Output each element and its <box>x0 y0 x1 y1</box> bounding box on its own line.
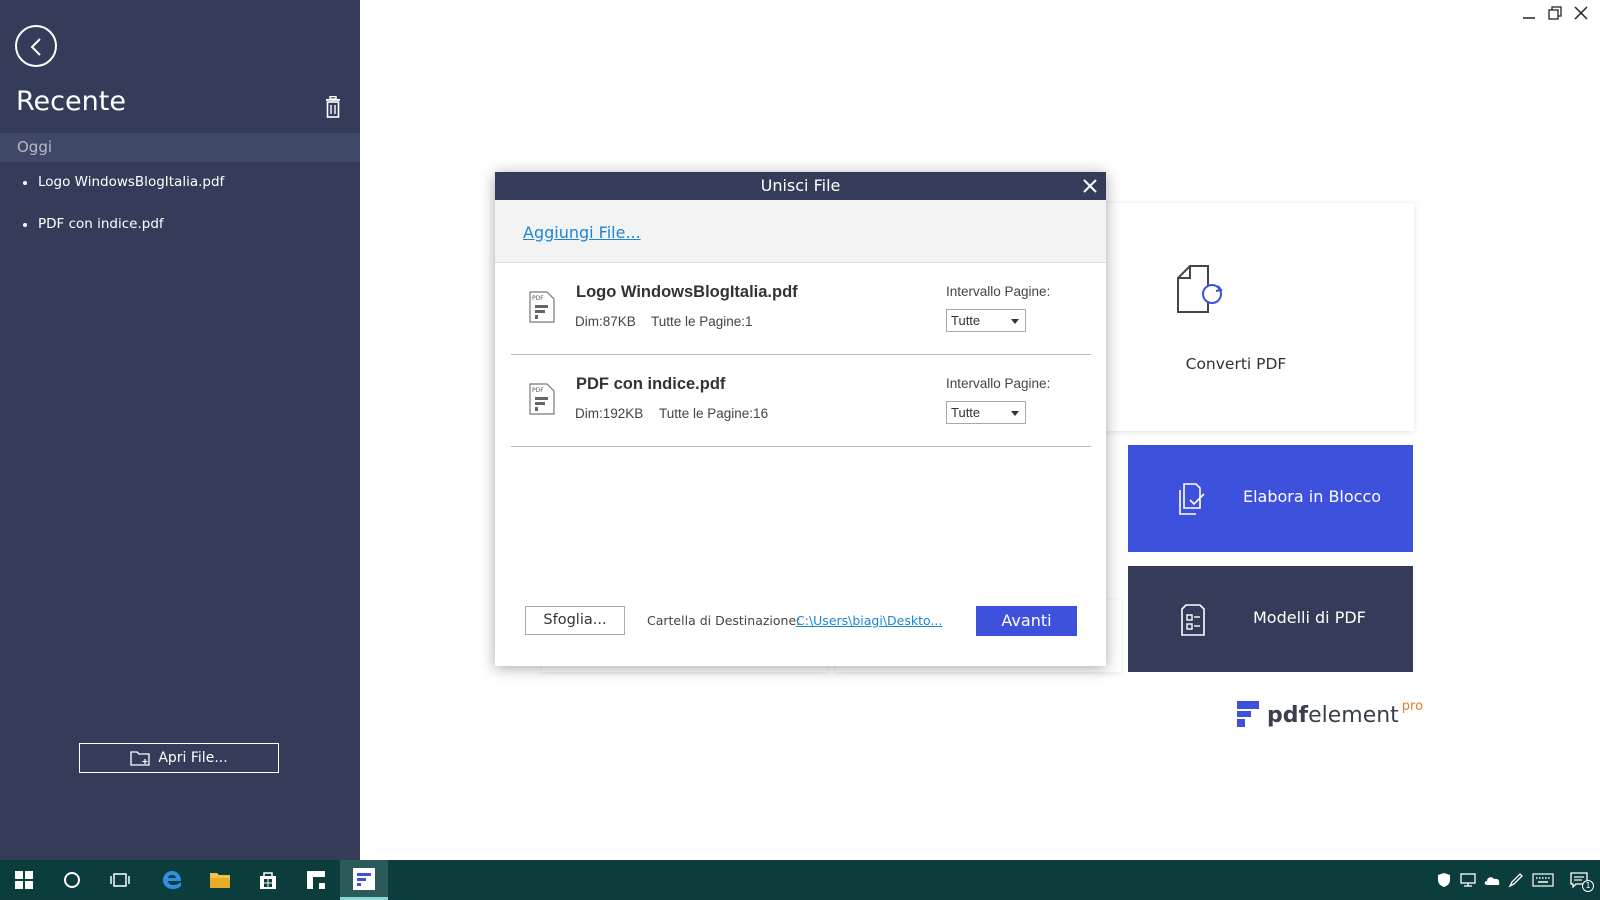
taskbar: 1 <box>0 860 1600 900</box>
recent-item[interactable]: Logo WindowsBlogItalia.pdf <box>0 170 360 212</box>
brand-pro: pro <box>1401 699 1424 714</box>
recent-title: Recente <box>16 86 126 117</box>
file-row: PDF Logo WindowsBlogItalia.pdf Dim:87KB … <box>511 263 1091 355</box>
file-size: Dim:87KB <box>575 314 636 329</box>
recent-sidebar: Recente Oggi Logo WindowsBlogItalia.pdf … <box>0 0 360 860</box>
destination-path-link[interactable]: C:\Users\biagi\Deskto... <box>796 613 942 628</box>
keyboard-icon[interactable] <box>1528 860 1558 900</box>
chevron-down-icon <box>1011 319 1019 324</box>
convert-pdf-card[interactable]: Converti PDF <box>1090 203 1414 431</box>
folder-add-icon <box>130 751 150 766</box>
window-controls <box>1522 6 1588 20</box>
destination-label: Cartella di Destinazione: <box>647 613 801 628</box>
windows-start-icon[interactable] <box>0 860 48 900</box>
recent-item[interactable]: PDF con indice.pdf <box>0 212 360 254</box>
pdf-file-icon: PDF <box>529 383 555 415</box>
file-pages: Tutte le Pagine:16 <box>659 406 769 421</box>
file-name: PDF con indice.pdf <box>576 375 726 393</box>
defender-icon[interactable] <box>1432 860 1456 900</box>
today-group-header: Oggi <box>0 133 360 162</box>
file-pages: Tutte le Pagine:1 <box>651 314 753 329</box>
recent-list: Logo WindowsBlogItalia.pdf PDF con indic… <box>0 170 360 254</box>
page-range-value: Tutte <box>951 405 981 420</box>
notifications-icon[interactable]: 1 <box>1558 860 1600 900</box>
pen-icon[interactable] <box>1504 860 1528 900</box>
svg-text:PDF: PDF <box>532 295 544 302</box>
edge-icon[interactable] <box>148 860 196 900</box>
page-range-label: Intervallo Pagine: <box>946 284 1051 299</box>
onedrive-icon[interactable] <box>1480 860 1504 900</box>
pdf-templates-label: Modelli di PDF <box>1253 608 1366 627</box>
back-button[interactable] <box>15 25 57 67</box>
page-range-value: Tutte <box>951 313 981 328</box>
page-range-select[interactable]: Tutte <box>946 401 1026 424</box>
task-view-icon[interactable] <box>96 860 144 900</box>
system-tray: 1 <box>1432 860 1600 900</box>
brand-bold: pdf <box>1267 703 1309 728</box>
close-icon[interactable] <box>1082 178 1098 194</box>
file-name: Logo WindowsBlogItalia.pdf <box>576 283 798 301</box>
batch-process-label: Elabora in Blocco <box>1243 487 1382 506</box>
page-range-select[interactable]: Tutte <box>946 309 1026 332</box>
trash-icon[interactable] <box>324 96 342 118</box>
chevron-down-icon <box>1011 411 1019 416</box>
chevron-left-icon <box>30 38 41 56</box>
batch-process-icon <box>1179 483 1205 515</box>
page-range-label: Intervallo Pagine: <box>946 376 1051 391</box>
file-size: Dim:192KB <box>575 406 644 421</box>
dialog-title: Unisci File <box>760 176 841 195</box>
pdfelement-logo-icon <box>1237 701 1259 727</box>
brand-regular: element <box>1308 703 1399 728</box>
file-row: PDF PDF con indice.pdf Dim:192KB Tutte l… <box>511 355 1091 447</box>
minimize-icon[interactable] <box>1522 6 1536 20</box>
file-explorer-icon[interactable] <box>196 860 244 900</box>
pdfelement-app: Recente Oggi Logo WindowsBlogItalia.pdf … <box>0 0 1600 860</box>
merge-files-dialog: Unisci File Aggiungi File... PDF Logo Wi… <box>495 172 1106 666</box>
batch-process-card[interactable]: Elabora in Blocco <box>1128 445 1413 552</box>
open-file-button[interactable]: Apri File... <box>79 743 279 773</box>
next-button[interactable]: Avanti <box>976 606 1077 636</box>
pdfelement-icon[interactable] <box>340 860 388 900</box>
dialog-titlebar: Unisci File <box>495 172 1106 200</box>
browse-button[interactable]: Sfoglia... <box>525 606 625 635</box>
flipboard-icon[interactable] <box>292 860 340 900</box>
svg-text:PDF: PDF <box>532 387 544 394</box>
network-icon[interactable] <box>1456 860 1480 900</box>
pdfelement-logo: pdfelement pro <box>1237 699 1424 728</box>
today-label: Oggi <box>17 138 53 156</box>
convert-pdf-icon <box>1177 265 1223 313</box>
pdf-templates-icon <box>1181 604 1205 636</box>
cortana-icon[interactable] <box>48 860 96 900</box>
convert-pdf-label: Converti PDF <box>1185 355 1287 373</box>
dialog-toolbar: Aggiungi File... <box>495 200 1106 263</box>
pdf-templates-card[interactable]: Modelli di PDF <box>1128 566 1413 672</box>
pdf-file-icon: PDF <box>529 291 555 323</box>
notification-count: 1 <box>1582 880 1594 892</box>
store-icon[interactable] <box>244 860 292 900</box>
close-window-icon[interactable] <box>1574 6 1588 20</box>
open-file-label: Apri File... <box>158 750 228 766</box>
add-files-link[interactable]: Aggiungi File... <box>523 223 641 242</box>
restore-icon[interactable] <box>1548 6 1562 20</box>
